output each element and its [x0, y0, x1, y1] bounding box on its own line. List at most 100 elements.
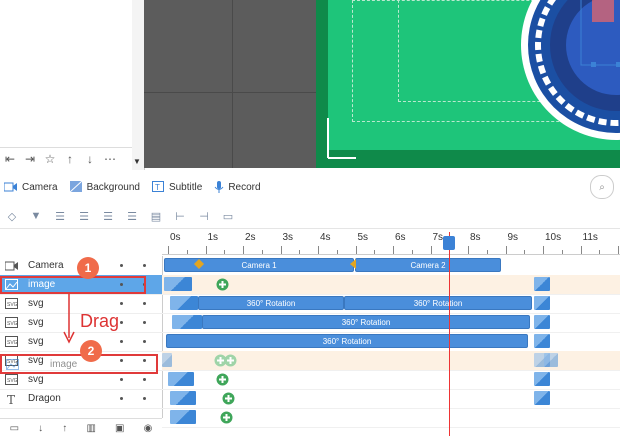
ruler-tick-minor [599, 250, 601, 254]
layer-name: svg [28, 374, 44, 385]
import-icon[interactable]: ⇤ [0, 150, 20, 168]
eye-icon[interactable]: ◉ [144, 423, 153, 434]
enter-effect-chip[interactable] [170, 391, 196, 405]
move-down-icon[interactable]: ↓ [38, 423, 43, 434]
visibility-toggle[interactable] [120, 340, 123, 343]
timeline-ruler[interactable]: 0s1s2s3s4s5s6s7s8s9s10s11s12s [162, 230, 620, 255]
add-animation-icon[interactable] [224, 354, 237, 367]
export-icon[interactable]: ⇥ [20, 150, 40, 168]
add-camera-button[interactable]: Camera [4, 182, 58, 193]
exit-effect-chip[interactable] [534, 296, 550, 310]
enter-effect-chip[interactable] [172, 315, 202, 329]
keyframe-diamond-icon[interactable] [194, 259, 207, 272]
ruler-tick [318, 246, 319, 254]
down-arrow-icon[interactable]: ↓ [80, 150, 100, 168]
filter-icon[interactable]: ▼ [26, 207, 46, 225]
merge-icon[interactable]: ⊣ [194, 207, 214, 225]
track-svg-2: 360° Rotation [162, 313, 620, 333]
layer-row-dragon[interactable]: T Dragon [0, 389, 162, 409]
chevron-down-icon[interactable]: ▼ [133, 157, 141, 166]
track-svg-1: 360° Rotation 360° Rotation [162, 294, 620, 314]
record-label: Record [228, 181, 261, 193]
preview-button[interactable]: ⌕ [590, 175, 614, 199]
svg-text:SVG: SVG [7, 302, 18, 308]
align-center-icon[interactable]: ☰ [74, 207, 94, 225]
exit-effect-chip[interactable] [534, 315, 550, 329]
more-icon[interactable]: ⋯ [100, 150, 120, 168]
add-subtitle-button[interactable]: T Subtitle [151, 181, 202, 193]
align-right-icon[interactable]: ☰ [98, 207, 118, 225]
ruler-tick [580, 246, 582, 254]
lock-toggle[interactable] [143, 397, 146, 400]
star-icon[interactable]: ☆ [40, 150, 60, 168]
visibility-toggle[interactable] [120, 321, 123, 324]
camera-2-bar[interactable]: Camera 2 [355, 258, 501, 272]
rotation-bar[interactable]: 360° Rotation [202, 315, 530, 329]
playhead-handle[interactable] [443, 236, 455, 250]
track-image [162, 275, 620, 295]
visibility-toggle[interactable] [120, 397, 123, 400]
enter-effect-chip[interactable] [170, 296, 198, 310]
move-up-icon[interactable]: ↑ [62, 423, 67, 434]
lock-toggle[interactable] [143, 321, 146, 324]
playhead-line[interactable] [449, 232, 450, 436]
camera-1-bar[interactable]: Camera 1 [164, 258, 354, 272]
rotation-bar[interactable]: 360° Rotation [166, 334, 528, 348]
ruler-label: 11s [582, 232, 598, 243]
lock-toggle[interactable] [143, 302, 146, 305]
ruler-tick [205, 246, 207, 254]
visibility-toggle[interactable] [120, 264, 123, 267]
dragon-plate-image[interactable] [316, 0, 620, 168]
group-icon[interactable]: ▤ [146, 207, 166, 225]
enter-effect-chip[interactable] [168, 372, 194, 386]
enter-effect-chip[interactable] [164, 277, 192, 291]
enter-effect-chip[interactable] [170, 410, 196, 424]
lock-toggle[interactable] [143, 340, 146, 343]
add-record-button[interactable]: Record [214, 181, 261, 193]
add-background-button[interactable]: Background [69, 181, 140, 193]
track-svg-5 [162, 370, 620, 390]
stage[interactable] [316, 0, 620, 168]
exit-effect-chip[interactable] [534, 372, 550, 386]
lock-toggle[interactable] [143, 378, 146, 381]
up-arrow-icon[interactable]: ↑ [60, 150, 80, 168]
ruler-tick [505, 246, 507, 254]
rotation-bar[interactable]: 360° Rotation [198, 296, 344, 310]
align-left-icon[interactable]: ☰ [50, 207, 70, 225]
lock-toggle[interactable] [143, 264, 146, 267]
drag-label: Drag [80, 311, 120, 331]
ruler-tick-minor [299, 250, 301, 254]
add-animation-icon[interactable] [222, 392, 235, 405]
ruler-tick [355, 246, 357, 254]
step-badge-1: 1 [77, 257, 99, 279]
exit-effect-chip[interactable] [544, 353, 558, 367]
ruler-label: 0s [170, 232, 181, 243]
lock-icon[interactable]: ▣ [115, 423, 124, 434]
exit-effect-chip[interactable] [534, 334, 550, 348]
add-animation-icon[interactable] [216, 373, 229, 386]
visibility-toggle[interactable] [120, 302, 123, 305]
ruler-label: 5s [357, 232, 369, 243]
split-icon[interactable]: ⊢ [170, 207, 190, 225]
add-animation-icon[interactable] [220, 411, 233, 424]
delete-icon[interactable]: ▥ [86, 423, 95, 434]
ruler-label: 2s [245, 232, 256, 243]
source-highlight-box [0, 276, 146, 294]
exit-effect-chip[interactable] [534, 277, 550, 291]
target-icon[interactable]: ◇ [2, 207, 22, 225]
ruler-tick [393, 246, 394, 254]
visibility-toggle[interactable] [120, 378, 123, 381]
svg-icon: SVG [2, 373, 22, 386]
keyframe-marker-icon[interactable] [350, 259, 363, 272]
magnifier-icon: ⌕ [599, 181, 605, 193]
canvas-area[interactable] [144, 0, 620, 168]
ruler-tick-minor [374, 250, 376, 254]
exit-effect-chip[interactable] [534, 391, 550, 405]
rotation-bar[interactable]: 360° Rotation [344, 296, 532, 310]
distribute-icon[interactable]: ☰ [122, 207, 142, 225]
folder-icon[interactable]: ▭ [10, 423, 19, 434]
document-icon[interactable]: ▭ [218, 207, 238, 225]
enter-effect-chip[interactable] [162, 353, 172, 367]
timeline-tracks[interactable]: Camera 1 Camera 2 360° Rotation 360° Rot… [162, 256, 620, 436]
add-animation-icon[interactable] [216, 278, 229, 291]
